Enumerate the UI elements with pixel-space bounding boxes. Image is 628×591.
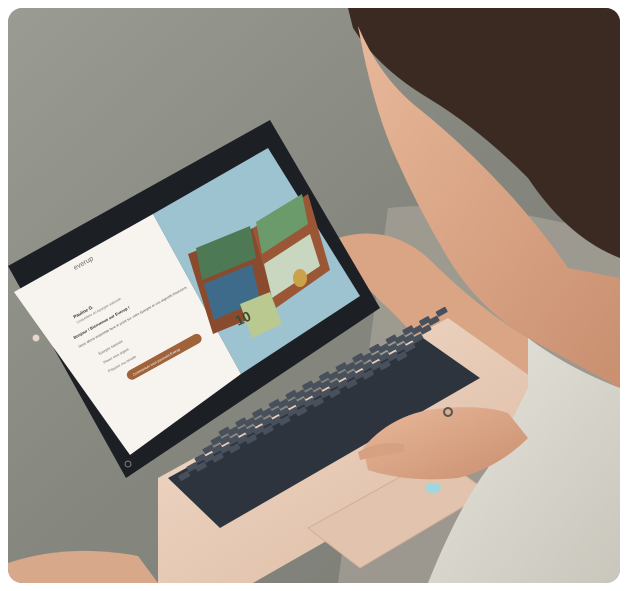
avatar [32, 334, 40, 342]
fingernail [425, 483, 441, 493]
photo-frame: 10 everup Pauline G. Conseillère en épar… [8, 8, 620, 583]
coin-icon [293, 269, 307, 287]
laptop-photo: 10 everup Pauline G. Conseillère en épar… [8, 8, 620, 583]
